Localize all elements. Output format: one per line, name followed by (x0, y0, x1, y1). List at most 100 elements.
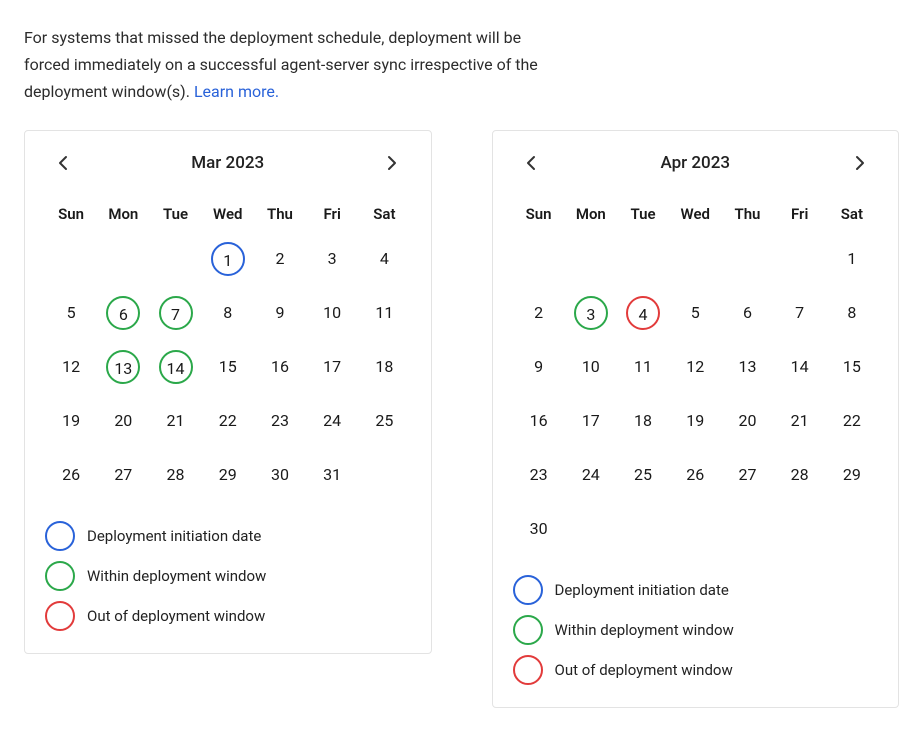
day-cell: 6 (97, 295, 149, 331)
day-cell-empty (149, 241, 201, 277)
day-number[interactable]: 20 (106, 404, 140, 438)
day-number[interactable]: 7 (783, 296, 817, 330)
day-number[interactable]: 5 (678, 296, 712, 330)
day-cell: 9 (513, 349, 565, 385)
next-month-button[interactable] (846, 149, 874, 177)
legend-label: Out of deployment window (555, 661, 733, 679)
day-cell: 23 (513, 457, 565, 493)
day-number[interactable]: 7 (159, 296, 193, 330)
calendar-title: Apr 2023 (660, 153, 730, 173)
day-number[interactable]: 13 (730, 350, 764, 384)
day-cell: 27 (721, 457, 773, 493)
prev-month-button[interactable] (49, 149, 77, 177)
day-number[interactable]: 18 (367, 350, 401, 384)
day-number[interactable]: 6 (106, 296, 140, 330)
day-cell: 13 (721, 349, 773, 385)
day-number[interactable]: 31 (315, 458, 349, 492)
day-cell: 3 (565, 295, 617, 331)
chevron-right-icon (855, 155, 865, 171)
day-number[interactable]: 23 (522, 458, 556, 492)
day-number[interactable]: 8 (835, 296, 869, 330)
day-number[interactable]: 17 (315, 350, 349, 384)
day-number[interactable]: 4 (626, 296, 660, 330)
day-number[interactable]: 16 (263, 350, 297, 384)
day-cell: 11 (358, 295, 410, 331)
weekday-row: SunMonTueWedThuFriSat (513, 205, 879, 223)
day-cell: 6 (721, 295, 773, 331)
day-cell: 29 (202, 457, 254, 493)
day-number[interactable]: 9 (263, 296, 297, 330)
day-number[interactable]: 28 (159, 458, 193, 492)
day-number[interactable]: 15 (835, 350, 869, 384)
day-number[interactable]: 3 (574, 296, 608, 330)
day-number[interactable]: 1 (835, 242, 869, 276)
next-month-button[interactable] (378, 149, 406, 177)
day-number[interactable]: 29 (835, 458, 869, 492)
day-cell: 26 (669, 457, 721, 493)
weekday-row: SunMonTueWedThuFriSat (45, 205, 411, 223)
day-number[interactable]: 20 (730, 404, 764, 438)
legend-label: Within deployment window (555, 621, 734, 639)
day-cell: 15 (826, 349, 878, 385)
day-cell-empty (774, 241, 826, 277)
day-number[interactable]: 27 (106, 458, 140, 492)
day-number[interactable]: 12 (54, 350, 88, 384)
day-cell: 10 (565, 349, 617, 385)
intro-body: For systems that missed the deployment s… (24, 28, 538, 101)
day-number[interactable]: 18 (626, 404, 660, 438)
day-cell: 2 (513, 295, 565, 331)
day-number[interactable]: 21 (159, 404, 193, 438)
day-number[interactable]: 25 (626, 458, 660, 492)
day-number[interactable]: 6 (730, 296, 764, 330)
day-number[interactable]: 26 (54, 458, 88, 492)
day-number[interactable]: 15 (211, 350, 245, 384)
day-number[interactable]: 17 (574, 404, 608, 438)
day-number[interactable]: 21 (783, 404, 817, 438)
calendars-row: Mar 2023 SunMonTueWedThuFriSat 123456789… (24, 130, 899, 708)
day-number[interactable]: 11 (367, 296, 401, 330)
day-number[interactable]: 24 (574, 458, 608, 492)
day-number[interactable]: 10 (574, 350, 608, 384)
day-number[interactable]: 19 (678, 404, 712, 438)
day-number[interactable]: 26 (678, 458, 712, 492)
day-number[interactable]: 5 (54, 296, 88, 330)
day-number[interactable]: 14 (159, 350, 193, 384)
legend-out-window: Out of deployment window (45, 601, 411, 631)
day-number[interactable]: 28 (783, 458, 817, 492)
day-number[interactable]: 2 (263, 242, 297, 276)
day-number[interactable]: 12 (678, 350, 712, 384)
day-number[interactable]: 16 (522, 404, 556, 438)
day-cell: 15 (202, 349, 254, 385)
day-number[interactable]: 22 (835, 404, 869, 438)
day-number[interactable]: 30 (522, 512, 556, 546)
day-number[interactable]: 24 (315, 404, 349, 438)
day-number[interactable]: 19 (54, 404, 88, 438)
day-number[interactable]: 10 (315, 296, 349, 330)
day-cell: 28 (774, 457, 826, 493)
day-number[interactable]: 22 (211, 404, 245, 438)
day-number[interactable]: 23 (263, 404, 297, 438)
day-number[interactable]: 3 (315, 242, 349, 276)
day-number[interactable]: 4 (367, 242, 401, 276)
weekday-label: Tue (617, 205, 669, 223)
day-cell: 20 (97, 403, 149, 439)
day-number[interactable]: 11 (626, 350, 660, 384)
day-number[interactable]: 13 (106, 350, 140, 384)
prev-month-button[interactable] (517, 149, 545, 177)
day-number[interactable]: 14 (783, 350, 817, 384)
day-number[interactable]: 2 (522, 296, 556, 330)
day-number[interactable]: 25 (367, 404, 401, 438)
day-number[interactable]: 30 (263, 458, 297, 492)
day-number[interactable]: 27 (730, 458, 764, 492)
day-number[interactable]: 9 (522, 350, 556, 384)
day-cell: 20 (721, 403, 773, 439)
day-cell: 1 (202, 241, 254, 277)
legend-label: Deployment initiation date (555, 581, 729, 599)
day-number[interactable]: 8 (211, 296, 245, 330)
day-cell: 1 (826, 241, 878, 277)
day-number[interactable]: 1 (211, 242, 245, 276)
day-cell: 14 (774, 349, 826, 385)
day-number[interactable]: 29 (211, 458, 245, 492)
day-cell: 29 (826, 457, 878, 493)
learn-more-link[interactable]: Learn more. (194, 82, 279, 101)
